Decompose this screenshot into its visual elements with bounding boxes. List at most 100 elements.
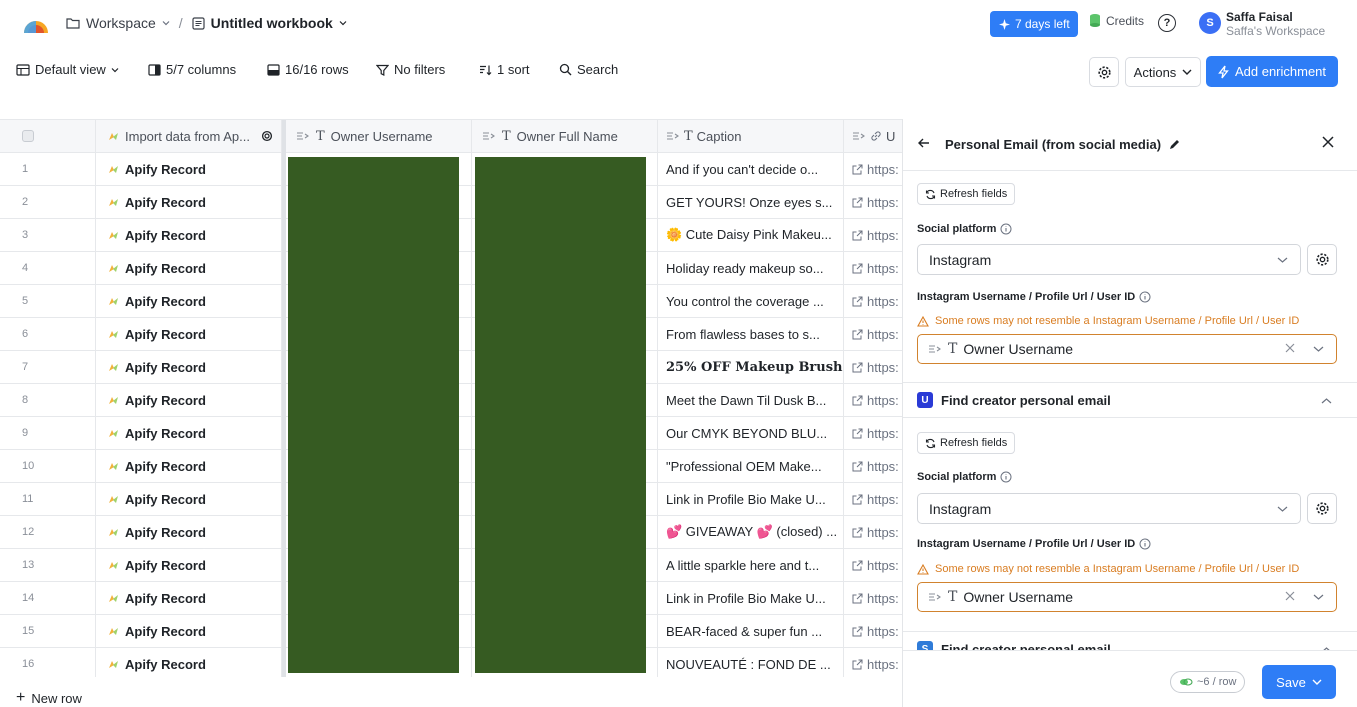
import-cell[interactable]: Apify Record [96,384,282,416]
caption-cell[interactable]: 25% OFF Makeup Brushe... [658,351,844,383]
import-cell[interactable]: Apify Record [96,153,282,185]
row-number[interactable]: 16 [0,648,96,677]
social-platform-select[interactable]: Instagram [917,493,1301,524]
section-find-creator-email[interactable]: U Find creator personal email [903,382,1357,418]
username-column-select[interactable]: T Owner Username [917,582,1337,612]
external-link-icon[interactable] [852,626,863,637]
caption-cell[interactable]: BEAR-faced & super fun ... [658,615,844,647]
row-number[interactable]: 3 [0,219,96,251]
chevron-down-icon[interactable] [1313,345,1324,353]
row-number[interactable]: 2 [0,186,96,218]
save-button[interactable]: Save [1262,665,1336,699]
external-link-icon[interactable] [852,659,863,670]
new-row-button[interactable]: + New row [16,689,82,707]
sort-button[interactable]: 1 sort [479,62,530,77]
caption-cell[interactable]: "Professional OEM Make... [658,450,844,482]
column-header-url[interactable]: U [844,120,902,152]
chevron-down-icon[interactable] [339,19,347,27]
view-selector[interactable]: Default view [16,62,119,77]
caption-cell[interactable]: 💕 GIVEAWAY 💕 (closed) ... [658,516,844,548]
row-number[interactable]: 6 [0,318,96,350]
caption-cell[interactable]: A little sparkle here and t... [658,549,844,581]
caption-cell[interactable]: Link in Profile Bio Make U... [658,483,844,515]
chevron-down-icon[interactable] [1313,593,1324,601]
row-number[interactable]: 8 [0,384,96,416]
info-icon[interactable] [1000,223,1012,235]
url-cell[interactable]: https: [844,549,902,581]
url-cell[interactable]: https: [844,186,902,218]
caption-cell[interactable]: Our CMYK BEYOND BLU... [658,417,844,449]
column-header-owner-full-name[interactable]: T Owner Full Name [472,120,658,152]
import-cell[interactable]: Apify Record [96,582,282,614]
external-link-icon[interactable] [852,527,863,538]
external-link-icon[interactable] [852,329,863,340]
info-icon[interactable] [1139,291,1151,303]
breadcrumb-workspace[interactable]: Workspace [86,15,156,31]
import-cell[interactable]: Apify Record [96,351,282,383]
external-link-icon[interactable] [852,263,863,274]
frozen-column-divider[interactable] [282,120,286,677]
breadcrumb-workbook[interactable]: Untitled workbook [211,15,333,31]
column-header-owner-username[interactable]: T Owner Username [286,120,472,152]
url-cell[interactable]: https: [844,615,902,647]
settings-button[interactable] [1089,57,1119,87]
row-number[interactable]: 9 [0,417,96,449]
social-platform-select[interactable]: Instagram [917,244,1301,275]
import-cell[interactable]: Apify Record [96,285,282,317]
url-cell[interactable]: https: [844,417,902,449]
refresh-fields-button[interactable]: Refresh fields [917,432,1016,454]
external-link-icon[interactable] [852,164,863,175]
row-number[interactable]: 11 [0,483,96,515]
url-cell[interactable]: https: [844,582,902,614]
avatar[interactable]: S [1199,12,1221,34]
external-link-icon[interactable] [852,395,863,406]
external-link-icon[interactable] [852,428,863,439]
url-cell[interactable]: https: [844,450,902,482]
import-cell[interactable]: Apify Record [96,318,282,350]
external-link-icon[interactable] [852,560,863,571]
external-link-icon[interactable] [852,593,863,604]
url-cell[interactable]: https: [844,483,902,515]
external-link-icon[interactable] [852,461,863,472]
external-link-icon[interactable] [852,494,863,505]
arrow-left-icon[interactable] [917,136,931,150]
url-cell[interactable]: https: [844,219,902,251]
search-button[interactable]: Search [559,62,618,77]
import-cell[interactable]: Apify Record [96,252,282,284]
info-icon[interactable] [1139,538,1151,550]
username-column-select[interactable]: T Owner Username [917,334,1337,364]
row-number[interactable]: 1 [0,153,96,185]
column-header-caption[interactable]: T Caption [658,120,844,152]
external-link-icon[interactable] [852,296,863,307]
platform-settings-button[interactable] [1307,244,1337,275]
row-number[interactable]: 10 [0,450,96,482]
row-number[interactable]: 4 [0,252,96,284]
import-cell[interactable]: Apify Record [96,219,282,251]
url-cell[interactable]: https: [844,384,902,416]
actions-button[interactable]: Actions [1125,57,1201,87]
close-icon[interactable] [1321,135,1335,149]
rows-button[interactable]: 16/16 rows [267,62,349,77]
refresh-fields-button[interactable]: Refresh fields [917,183,1016,205]
import-cell[interactable]: Apify Record [96,648,282,677]
caption-cell[interactable]: From flawless bases to s... [658,318,844,350]
url-cell[interactable]: https: [844,318,902,350]
row-number[interactable]: 7 [0,351,96,383]
chevron-down-icon[interactable] [1312,678,1322,686]
caption-cell[interactable]: Holiday ready makeup so... [658,252,844,284]
clear-icon[interactable] [1284,342,1296,354]
import-cell[interactable]: Apify Record [96,549,282,581]
add-enrichment-button[interactable]: Add enrichment [1206,56,1338,87]
select-all-checkbox[interactable] [22,130,34,142]
row-number[interactable]: 13 [0,549,96,581]
column-header-import[interactable]: Import data from Ap... [96,120,282,152]
pencil-icon[interactable] [1169,139,1180,150]
chevron-down-icon[interactable] [162,19,170,27]
import-cell[interactable]: Apify Record [96,186,282,218]
caption-cell[interactable]: 🌼 Cute Daisy Pink Makeu... [658,219,844,251]
url-cell[interactable]: https: [844,285,902,317]
app-logo-icon[interactable] [22,13,50,35]
caption-cell[interactable]: Meet the Dawn Til Dusk B... [658,384,844,416]
caption-cell[interactable]: GET YOURS! Onze eyes s... [658,186,844,218]
help-icon[interactable]: ? [1158,14,1176,32]
